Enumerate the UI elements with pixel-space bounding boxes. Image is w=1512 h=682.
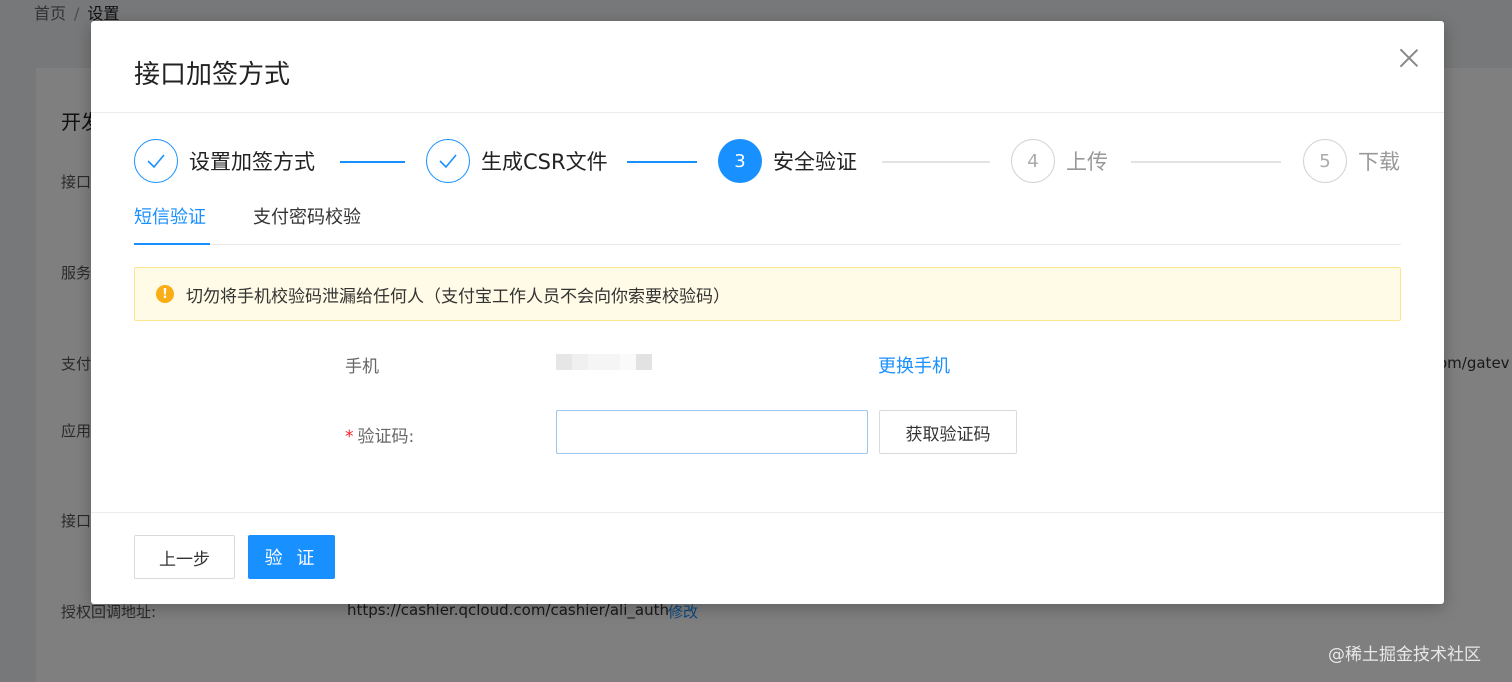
- dialog-footer: 上一步 验 证: [91, 512, 1444, 604]
- step-4: 4 上传: [1011, 139, 1108, 183]
- watermark: @稀土掘金技术社区: [1328, 645, 1481, 665]
- tab-sms-verify[interactable]: 短信验证: [134, 203, 210, 245]
- step-connector-3: [882, 161, 990, 163]
- required-mark: *: [345, 427, 354, 447]
- warning-alert: ! 切勿将手机校验码泄漏给任何人（支付宝工作人员不会向你索要校验码）: [134, 267, 1401, 321]
- verify-tabs: 短信验证 支付密码校验: [134, 203, 1401, 245]
- step-connector-2: [627, 161, 697, 163]
- step-2: 生成CSR文件: [426, 139, 608, 183]
- step-4-label: 上传: [1066, 150, 1108, 174]
- step-connector-4: [1131, 161, 1281, 163]
- step-5-label: 下载: [1358, 150, 1400, 174]
- step-3-number: 3: [718, 139, 762, 183]
- step-2-label: 生成CSR文件: [481, 150, 608, 174]
- check-icon: [134, 139, 178, 183]
- step-5: 5 下载: [1303, 139, 1400, 183]
- warning-icon: !: [156, 285, 174, 303]
- step-5-number: 5: [1303, 139, 1347, 183]
- phone-label: 手机: [345, 357, 379, 377]
- dialog-header: 接口加签方式: [91, 21, 1444, 113]
- dialog-title: 接口加签方式: [134, 60, 291, 90]
- get-code-button[interactable]: 获取验证码: [879, 410, 1017, 454]
- check-icon: [426, 139, 470, 183]
- verify-button[interactable]: 验 证: [248, 535, 335, 579]
- step-3-label: 安全验证: [773, 150, 857, 174]
- alert-text: 切勿将手机校验码泄漏给任何人（支付宝工作人员不会向你索要校验码）: [186, 286, 730, 307]
- masked-phone-number: [556, 354, 652, 370]
- sign-method-dialog: 接口加签方式 设置加签方式 生成CSR文件 3 安全验证 4 上传 5 下载 短…: [91, 21, 1444, 604]
- code-label-text: 验证码:: [357, 427, 415, 447]
- step-3: 3 安全验证: [718, 139, 857, 183]
- step-4-number: 4: [1011, 139, 1055, 183]
- tab-pay-password[interactable]: 支付密码校验: [253, 203, 361, 245]
- change-phone-link[interactable]: 更换手机: [878, 352, 950, 378]
- step-1: 设置加签方式: [134, 139, 315, 183]
- code-label: * 验证码:: [345, 422, 414, 447]
- step-1-label: 设置加签方式: [189, 150, 315, 174]
- verification-code-input[interactable]: [556, 410, 868, 454]
- close-icon[interactable]: [1398, 47, 1420, 69]
- prev-step-button[interactable]: 上一步: [134, 535, 235, 579]
- step-connector-1: [340, 161, 405, 163]
- steps-bar: 设置加签方式 生成CSR文件 3 安全验证 4 上传 5 下载: [134, 139, 1402, 185]
